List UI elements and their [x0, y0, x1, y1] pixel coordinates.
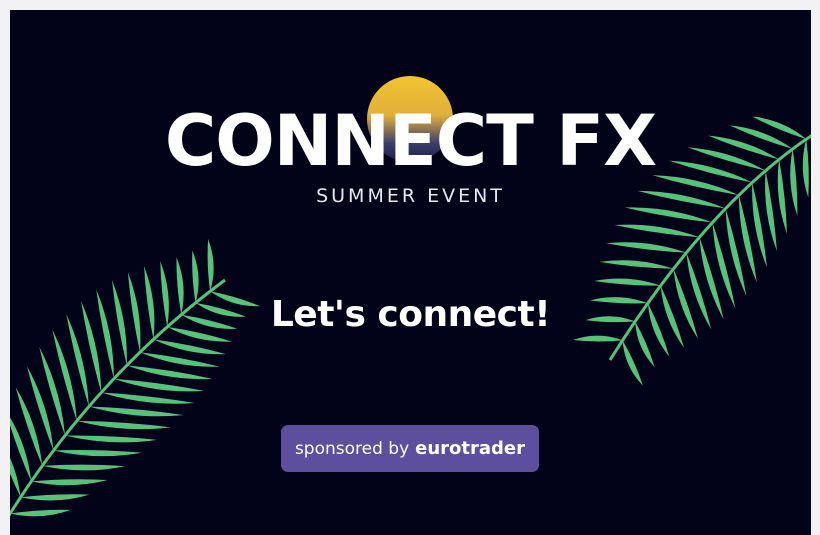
palm-leaflet	[573, 335, 623, 342]
event-title: CONNECT FX	[164, 100, 657, 182]
palm-leaf-left-icon	[10, 239, 261, 517]
palm-leaflet	[622, 340, 643, 386]
palm-leaflet	[88, 406, 184, 417]
palm-leaflet	[20, 494, 90, 501]
sponsor-badge[interactable]: sponsored by eurotrader	[281, 425, 539, 472]
palm-leaflet	[599, 260, 674, 269]
palm-leaflet	[207, 239, 214, 292]
palm-leaflet	[594, 278, 661, 286]
event-logo: CONNECT FX SUMMER EVENT	[10, 70, 811, 210]
palm-leaflet	[153, 339, 226, 355]
palm-leaflet	[65, 435, 158, 443]
palm-leaflet	[76, 420, 172, 430]
palm-leaflet	[606, 242, 687, 253]
palm-leaflet	[113, 378, 205, 392]
palm-leaflet	[31, 479, 108, 486]
palm-leaflet	[140, 352, 220, 367]
palm-leaflet	[614, 224, 700, 238]
sponsor-prefix: sponsored by	[294, 438, 410, 459]
event-banner: CONNECT FX SUMMER EVENT Let's connect! s…	[10, 10, 811, 535]
sponsor-logo: eurotrader	[415, 438, 526, 459]
palm-leaflet	[101, 392, 195, 404]
palm-leaflet	[53, 450, 142, 457]
palm-leaflet	[126, 365, 213, 380]
headline: Let's connect!	[270, 294, 551, 335]
palm-leaflet	[10, 509, 71, 517]
palm-leaflet	[42, 464, 126, 471]
event-subtitle: SUMMER EVENT	[316, 185, 505, 207]
